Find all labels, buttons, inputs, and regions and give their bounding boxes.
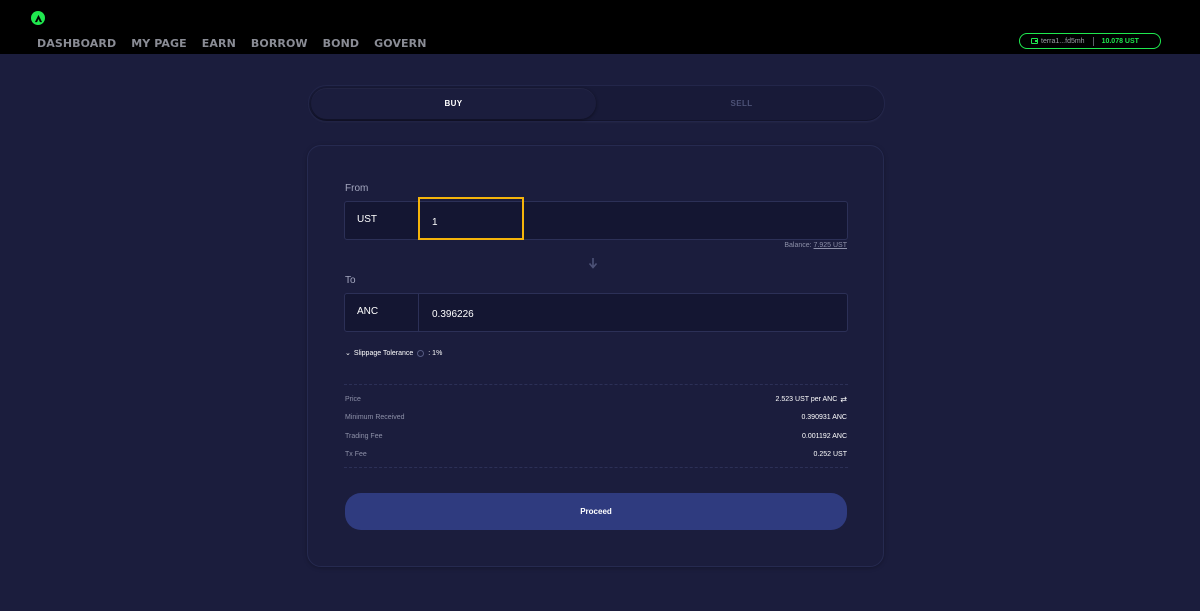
balance-value-link[interactable]: 7.925 UST: [814, 242, 847, 249]
nav-my-page[interactable]: MY PAGE: [131, 37, 187, 50]
slippage-label: Slippage Tolerance: [353, 349, 414, 357]
balance-text: Balance: 7.925 UST: [784, 242, 847, 249]
nav-govern[interactable]: GOVERN: [374, 37, 426, 50]
field-divider: [418, 202, 419, 239]
to-field: ANC: [344, 293, 848, 332]
anchor-logo-icon[interactable]: [31, 11, 45, 25]
detail-key: Tx Fee: [345, 450, 367, 458]
slippage-value: : 1%: [428, 349, 443, 357]
info-icon[interactable]: [417, 349, 425, 357]
details-divider-bottom: [344, 467, 848, 468]
slippage-toggle[interactable]: ⌄ Slippage Tolerance : 1%: [345, 349, 442, 357]
details-divider-top: [344, 384, 848, 385]
balance-label: Balance:: [784, 242, 812, 249]
to-token[interactable]: ANC: [357, 306, 378, 317]
to-label: To: [345, 275, 356, 286]
proceed-button[interactable]: Proceed: [345, 493, 847, 530]
detail-row-price: Price 2.523 UST per ANC ⇄: [345, 394, 847, 404]
nav-borrow[interactable]: BORROW: [251, 37, 308, 50]
tab-buy[interactable]: BUY: [311, 88, 596, 119]
from-token[interactable]: UST: [357, 214, 377, 225]
top-header: DASHBOARD MY PAGE EARN BORROW BOND GOVER…: [0, 0, 1200, 54]
detail-row-tx-fee: Tx Fee 0.252 UST: [345, 449, 847, 459]
swap-icon[interactable]: ⇄: [840, 395, 847, 404]
wallet-address: terra1...fd5mh: [1041, 37, 1085, 45]
wallet-divider: [1092, 36, 1094, 46]
buy-sell-tabs: BUY SELL: [308, 85, 885, 122]
wallet-button[interactable]: terra1...fd5mh 10.078 UST: [1019, 33, 1161, 49]
main-nav: DASHBOARD MY PAGE EARN BORROW BOND GOVER…: [37, 37, 427, 50]
nav-earn[interactable]: EARN: [202, 37, 236, 50]
detail-value: 0.001192 ANC: [801, 432, 847, 440]
detail-key: Minimum Received: [345, 413, 405, 421]
detail-row-minimum-received: Minimum Received 0.390931 ANC: [345, 412, 847, 422]
detail-key: Trading Fee: [345, 432, 383, 440]
arrow-down-icon: [588, 258, 598, 269]
detail-row-trading-fee: Trading Fee 0.001192 ANC: [345, 431, 847, 441]
from-amount-input[interactable]: [432, 215, 832, 229]
from-field: UST: [344, 201, 848, 240]
nav-bond[interactable]: BOND: [323, 37, 359, 50]
from-label: From: [345, 183, 369, 194]
nav-dashboard[interactable]: DASHBOARD: [37, 37, 116, 50]
to-amount-input[interactable]: [432, 307, 832, 321]
detail-value: 0.390931 ANC: [801, 413, 847, 421]
detail-value: 2.523 UST per ANC: [775, 395, 838, 403]
wallet-icon: [1031, 38, 1038, 44]
wallet-balance: 10.078 UST: [1101, 37, 1139, 45]
detail-value-wrap: 2.523 UST per ANC ⇄: [776, 395, 847, 404]
field-divider: [418, 294, 419, 331]
tab-sell[interactable]: SELL: [599, 88, 884, 119]
detail-key: Price: [345, 395, 361, 403]
detail-value: 0.252 UST: [813, 450, 847, 458]
chevron-down-icon: ⌄: [345, 350, 351, 357]
